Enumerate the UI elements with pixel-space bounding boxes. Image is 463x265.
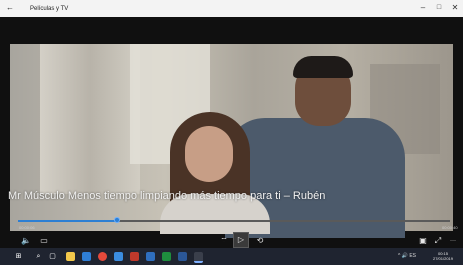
back-arrow-icon[interactable]: ←: [6, 3, 14, 13]
mail-icon[interactable]: [146, 252, 155, 261]
scene-girl-face: [185, 126, 233, 182]
volume-icon[interactable]: 🔈: [20, 236, 32, 246]
store-icon[interactable]: [114, 252, 123, 261]
more-icon[interactable]: ···: [447, 236, 459, 246]
close-button[interactable]: ✕: [448, 2, 462, 14]
fullscreen-icon[interactable]: ⤢: [432, 236, 444, 246]
excel-icon[interactable]: [162, 252, 171, 261]
cast-icon[interactable]: ⌔: [218, 236, 230, 246]
scene-curtain: [40, 44, 140, 194]
task-view-icon[interactable]: ▢: [48, 252, 57, 261]
scene-man-hair: [293, 56, 353, 78]
repeat-icon[interactable]: ⟲: [254, 236, 266, 246]
word-icon[interactable]: [178, 252, 187, 261]
movies-tv-icon[interactable]: [194, 252, 203, 263]
seek-thumb[interactable]: [114, 217, 120, 223]
total-time: 00:00:40: [442, 225, 458, 230]
clock-date: 27/01/2019: [432, 256, 454, 261]
title-bar: ← Películas y TV – □ ✕: [0, 0, 463, 17]
system-tray[interactable]: ^ 🔊 ES: [398, 252, 416, 261]
search-icon[interactable]: ⌕: [34, 252, 43, 261]
elapsed-time: 00:00:06: [19, 225, 35, 230]
miniview-icon[interactable]: ▣: [417, 236, 429, 246]
subtitles-icon[interactable]: ▭: [38, 236, 50, 246]
video-player[interactable]: Mr Músculo Menos tiempo limpiando más ti…: [0, 17, 463, 248]
seek-bar[interactable]: [18, 217, 450, 223]
taskbar-clock[interactable]: 00:15 27/01/2019: [431, 251, 455, 261]
file-explorer-icon[interactable]: [66, 252, 75, 261]
maximize-button[interactable]: □: [432, 2, 446, 14]
windows-start-icon[interactable]: ⊞: [14, 252, 23, 261]
taskbar: ⊞ ⌕ ▢ ^ 🔊 ES 00:15 27/01/2019: [0, 248, 463, 265]
photos-icon[interactable]: [130, 252, 139, 261]
video-title-caption: Mr Músculo Menos tiempo limpiando más ti…: [8, 190, 326, 202]
play-icon: ▷: [237, 235, 245, 244]
minimize-button[interactable]: –: [416, 2, 430, 14]
seek-bar-fill: [18, 220, 117, 222]
chrome-icon[interactable]: [98, 252, 107, 261]
play-button[interactable]: ▷: [233, 232, 249, 248]
edge-icon[interactable]: [82, 252, 91, 261]
app-title: Películas y TV: [30, 6, 69, 12]
